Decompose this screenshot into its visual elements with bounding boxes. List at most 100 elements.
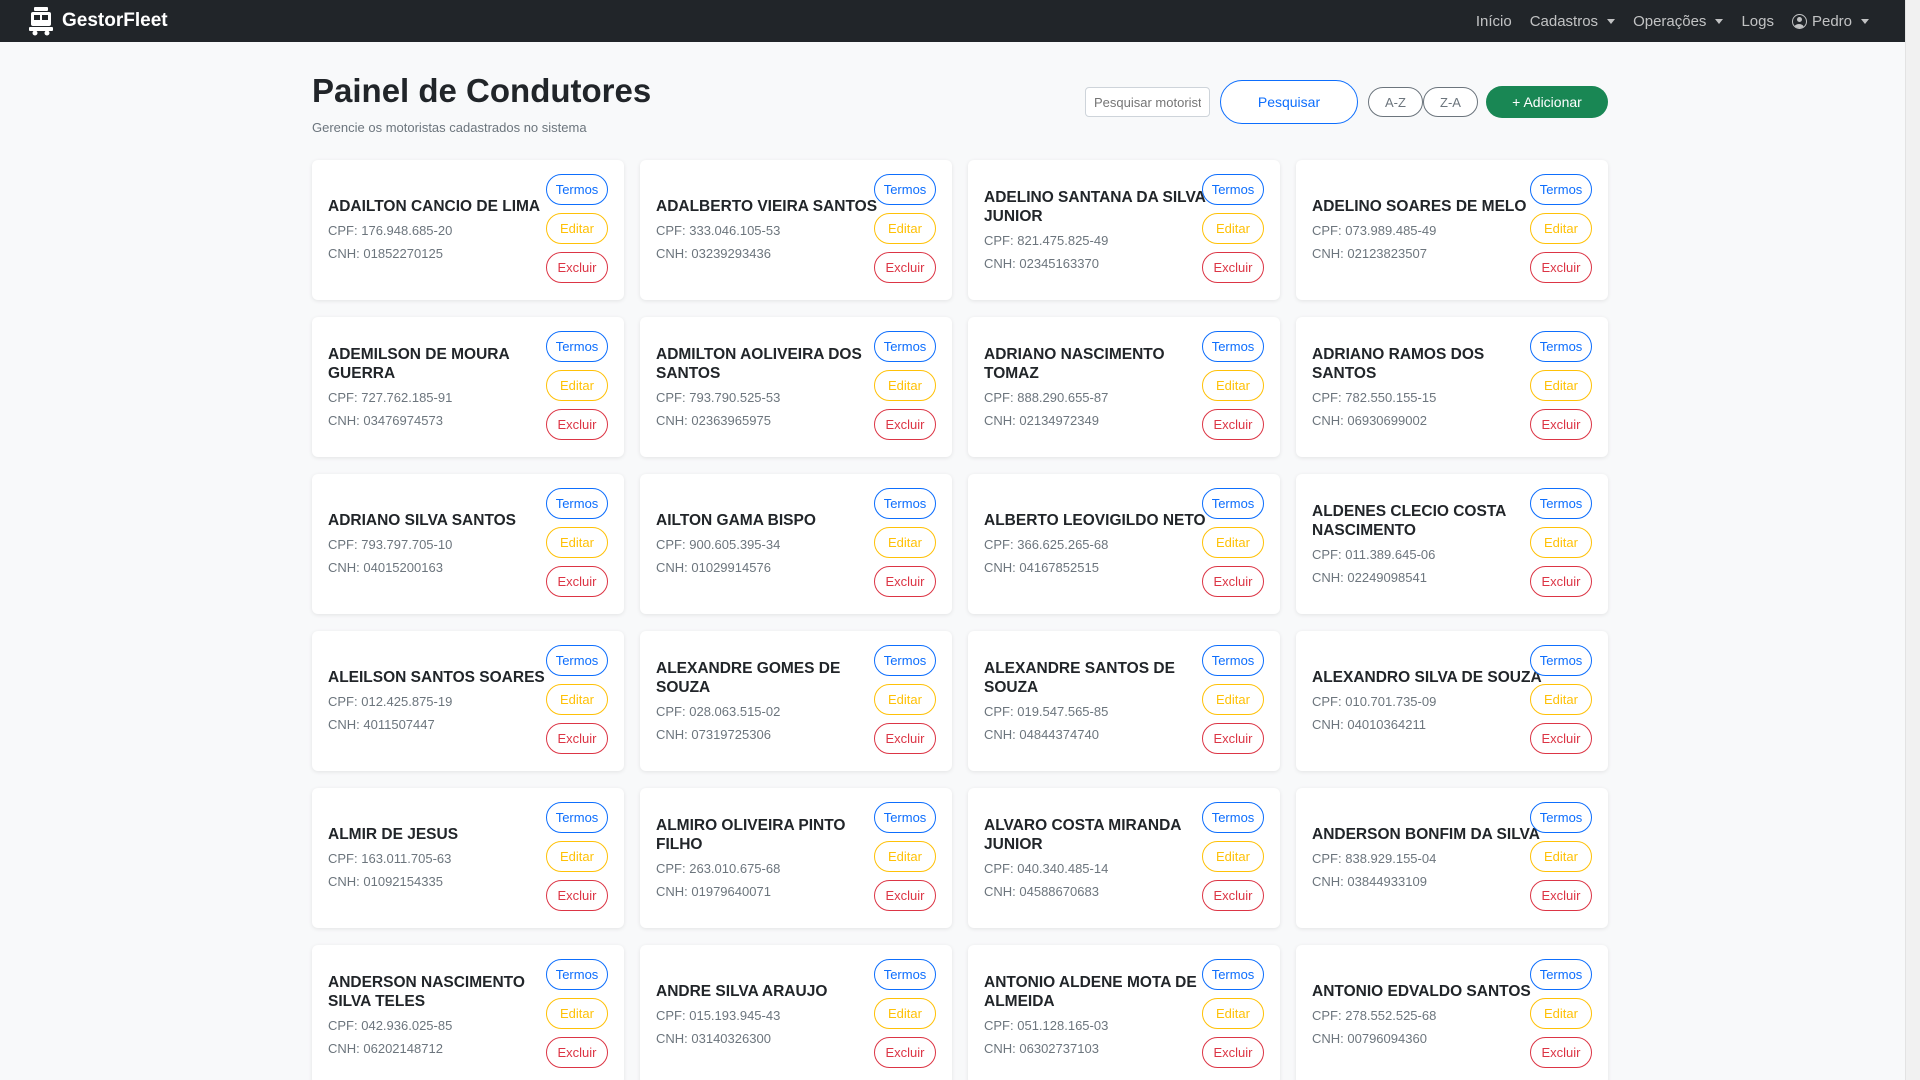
edit-button[interactable]: Editar: [546, 213, 608, 244]
edit-button[interactable]: Editar: [1530, 841, 1592, 872]
termos-button[interactable]: Termos: [1202, 174, 1264, 205]
termos-button[interactable]: Termos: [1202, 488, 1264, 519]
driver-name: AILTON GAMA BISPO: [656, 512, 816, 529]
nav-link-logs[interactable]: Logs: [1741, 13, 1774, 30]
termos-button[interactable]: Termos: [546, 488, 608, 519]
termos-button[interactable]: Termos: [874, 174, 936, 205]
termos-button[interactable]: Termos: [1530, 645, 1592, 676]
delete-button[interactable]: Excluir: [1530, 566, 1592, 597]
delete-button[interactable]: Excluir: [1530, 252, 1592, 283]
search-input[interactable]: [1085, 87, 1210, 117]
termos-button[interactable]: Termos: [546, 331, 608, 362]
delete-button[interactable]: Excluir: [1530, 880, 1592, 911]
delete-button[interactable]: Excluir: [1202, 880, 1264, 911]
cnh-value: 04844374740: [1019, 726, 1099, 742]
edit-button[interactable]: Editar: [1202, 998, 1264, 1029]
delete-button[interactable]: Excluir: [874, 1037, 936, 1068]
edit-button[interactable]: Editar: [874, 370, 936, 401]
driver-card: ALEXANDRO SILVA DE SOUZA CPF: 010.701.735…: [1296, 631, 1608, 771]
termos-button[interactable]: Termos: [546, 959, 608, 990]
sort-az-button[interactable]: A-Z: [1368, 87, 1423, 117]
search-button[interactable]: Pesquisar: [1220, 80, 1358, 124]
edit-button[interactable]: Editar: [1530, 998, 1592, 1029]
delete-button[interactable]: Excluir: [1202, 252, 1264, 283]
delete-button[interactable]: Excluir: [874, 880, 936, 911]
edit-button[interactable]: Editar: [1202, 370, 1264, 401]
driver-cnh: CNH: 04015200163: [328, 559, 560, 577]
delete-button[interactable]: Excluir: [546, 1037, 608, 1068]
delete-button[interactable]: Excluir: [1202, 409, 1264, 440]
termos-button[interactable]: Termos: [546, 174, 608, 205]
edit-button[interactable]: Editar: [1202, 527, 1264, 558]
edit-button[interactable]: Editar: [874, 841, 936, 872]
delete-button[interactable]: Excluir: [1202, 566, 1264, 597]
sort-za-button[interactable]: Z-A: [1423, 87, 1478, 117]
termos-button[interactable]: Termos: [1530, 331, 1592, 362]
delete-button[interactable]: Excluir: [546, 880, 608, 911]
add-driver-button[interactable]: + Adicionar: [1486, 86, 1608, 118]
termos-button[interactable]: Termos: [1530, 959, 1592, 990]
delete-button[interactable]: Excluir: [1530, 723, 1592, 754]
driver-cnh: CNH: 02249098541: [1312, 569, 1544, 587]
delete-button[interactable]: Excluir: [874, 723, 936, 754]
driver-cpf: CPF: 727.762.185-91: [328, 389, 560, 407]
edit-button[interactable]: Editar: [874, 998, 936, 1029]
edit-button[interactable]: Editar: [1202, 841, 1264, 872]
cnh-value: 01979640071: [691, 883, 771, 899]
delete-button[interactable]: Excluir: [546, 566, 608, 597]
edit-button[interactable]: Editar: [1202, 684, 1264, 715]
delete-button[interactable]: Excluir: [874, 252, 936, 283]
brand[interactable]: GestorFleet: [28, 6, 168, 36]
edit-button[interactable]: Editar: [546, 684, 608, 715]
termos-button[interactable]: Termos: [1202, 959, 1264, 990]
edit-button[interactable]: Editar: [546, 998, 608, 1029]
driver-info: ADRIANO RAMOS DOS SANTOS CPF: 782.550.155…: [1312, 317, 1544, 457]
termos-button[interactable]: Termos: [1202, 645, 1264, 676]
termos-button[interactable]: Termos: [546, 802, 608, 833]
edit-button[interactable]: Editar: [546, 527, 608, 558]
termos-button[interactable]: Termos: [874, 802, 936, 833]
termos-button[interactable]: Termos: [874, 488, 936, 519]
nav-dropdown-operacoes[interactable]: Operações: [1633, 13, 1724, 30]
driver-cpf: CPF: 042.936.025-85: [328, 1017, 560, 1035]
user-menu[interactable]: Pedro: [1791, 13, 1869, 30]
delete-button[interactable]: Excluir: [546, 723, 608, 754]
nav-link-inicio[interactable]: Início: [1476, 13, 1512, 30]
driver-info: ANTONIO ALDENE MOTA DE ALMEIDA CPF: 051.1…: [984, 945, 1216, 1080]
delete-button[interactable]: Excluir: [1202, 1037, 1264, 1068]
delete-button[interactable]: Excluir: [1530, 1037, 1592, 1068]
edit-button[interactable]: Editar: [1530, 684, 1592, 715]
edit-button[interactable]: Editar: [1530, 527, 1592, 558]
termos-button[interactable]: Termos: [1202, 331, 1264, 362]
edit-button[interactable]: Editar: [874, 213, 936, 244]
cnh-value: 4011507447: [363, 717, 435, 732]
edit-button[interactable]: Editar: [1530, 213, 1592, 244]
nav-dropdown-cadastros[interactable]: Cadastros: [1530, 13, 1616, 30]
termos-button[interactable]: Termos: [1202, 802, 1264, 833]
delete-button[interactable]: Excluir: [546, 252, 608, 283]
delete-button[interactable]: Excluir: [546, 409, 608, 440]
edit-button[interactable]: Editar: [1202, 213, 1264, 244]
termos-button[interactable]: Termos: [874, 959, 936, 990]
delete-button[interactable]: Excluir: [874, 566, 936, 597]
driver-info: ALEXANDRE GOMES DE SOUZA CPF: 028.063.515…: [656, 631, 888, 771]
edit-button[interactable]: Editar: [546, 841, 608, 872]
termos-button[interactable]: Termos: [874, 645, 936, 676]
scrollbar[interactable]: [1905, 0, 1920, 1080]
termos-button[interactable]: Termos: [874, 331, 936, 362]
edit-button[interactable]: Editar: [874, 527, 936, 558]
driver-info: AILTON GAMA BISPO CPF: 900.605.395-34 CNH:…: [656, 474, 888, 614]
edit-button[interactable]: Editar: [546, 370, 608, 401]
termos-button[interactable]: Termos: [546, 645, 608, 676]
delete-button[interactable]: Excluir: [1530, 409, 1592, 440]
delete-button[interactable]: Excluir: [1202, 723, 1264, 754]
termos-button[interactable]: Termos: [1530, 488, 1592, 519]
edit-button[interactable]: Editar: [1530, 370, 1592, 401]
cpf-value: 793.797.705-10: [361, 537, 453, 552]
termos-button[interactable]: Termos: [1530, 174, 1592, 205]
driver-cnh: CNH: 06302737103: [984, 1040, 1216, 1058]
termos-button[interactable]: Termos: [1530, 802, 1592, 833]
cpf-value: 019.547.565-85: [1017, 703, 1109, 719]
delete-button[interactable]: Excluir: [874, 409, 936, 440]
edit-button[interactable]: Editar: [874, 684, 936, 715]
